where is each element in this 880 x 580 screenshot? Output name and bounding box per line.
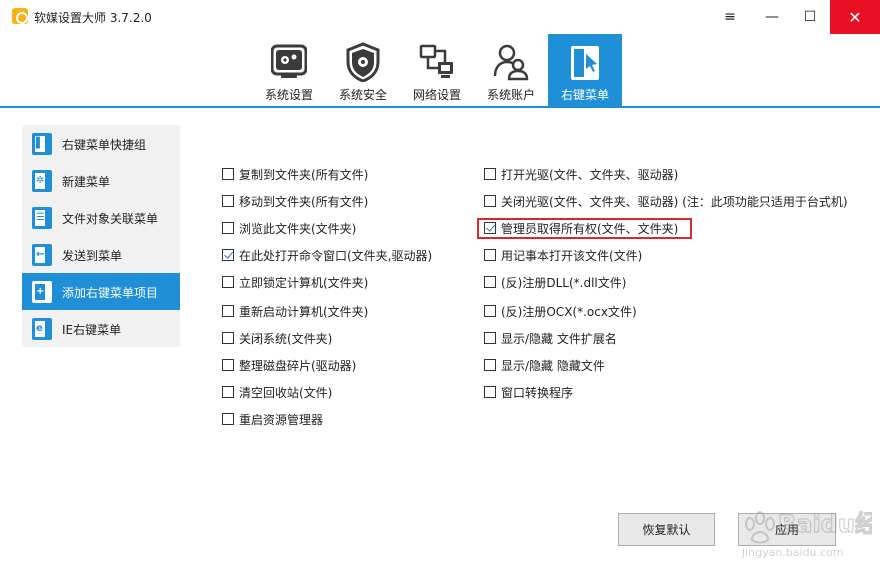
active-indicator-arrow: [173, 285, 180, 297]
option-open-with-notepad[interactable]: 用记事本打开该文件(文件): [484, 246, 642, 264]
arrow-left-icon: ←: [32, 244, 52, 266]
tab-label: 网络设置: [412, 88, 461, 102]
checkbox[interactable]: [484, 195, 496, 207]
highlight-box: [477, 218, 692, 239]
checkbox[interactable]: [484, 276, 496, 288]
option-register-ocx[interactable]: (反)注册OCX(*.ocx文件): [484, 302, 637, 320]
option-browse-folder[interactable]: 浏览此文件夹(文件夹): [222, 219, 356, 237]
checkbox[interactable]: [484, 168, 496, 180]
checkbox[interactable]: [222, 413, 234, 425]
checkbox[interactable]: [484, 332, 496, 344]
option-toggle-file-extensions[interactable]: 显示/隐藏 文件扩展名: [484, 329, 617, 347]
checkbox[interactable]: [222, 359, 234, 371]
option-restart-explorer[interactable]: 重启资源管理器: [222, 410, 323, 428]
tab-label: 右键菜单: [560, 88, 609, 102]
sidebar: ▌ 右键菜单快捷组 ✲ 新建菜单 ☰ 文件对象关联菜单 ← 发送到菜单 + 添加…: [22, 125, 180, 347]
sidebar-item-file-association[interactable]: ☰ 文件对象关联菜单: [22, 199, 180, 236]
tab-label: 系统安全: [338, 88, 387, 102]
sidebar-item-ie-menu[interactable]: e IE右键菜单: [22, 310, 180, 347]
checkbox[interactable]: [222, 249, 234, 261]
shield-icon: [346, 42, 380, 82]
option-window-switcher[interactable]: 窗口转换程序: [484, 383, 573, 401]
menu-group-icon: ▌: [32, 133, 52, 155]
checkbox[interactable]: [484, 359, 496, 371]
checkbox[interactable]: [222, 386, 234, 398]
option-toggle-hidden-files[interactable]: 显示/隐藏 隐藏文件: [484, 356, 605, 374]
system-settings-icon: [271, 44, 307, 78]
baidu-paw-icon: Baidu经验 jingyan.baidu.com: [741, 509, 880, 559]
checkbox[interactable]: [222, 276, 234, 288]
checkbox[interactable]: [222, 168, 234, 180]
plus-icon: +: [32, 281, 52, 303]
watermark-brand: Baidu经验: [778, 510, 872, 538]
tab-right-click-menu[interactable]: 右键菜单: [548, 34, 622, 106]
watermark-url: jingyan.baidu.com: [741, 546, 844, 559]
option-register-dll[interactable]: (反)注册DLL(*.dll文件): [484, 273, 626, 291]
option-copy-to-folder[interactable]: 复制到文件夹(所有文件): [222, 165, 368, 183]
checkbox[interactable]: [222, 332, 234, 344]
sidebar-item-label: 添加右键菜单项目: [62, 286, 159, 300]
option-empty-recycle-bin[interactable]: 清空回收站(文件): [222, 383, 332, 401]
option-defragment[interactable]: 整理磁盘碎片(驱动器): [222, 356, 356, 374]
network-icon: [419, 44, 453, 78]
sidebar-item-label: 发送到菜单: [62, 249, 123, 263]
checkbox[interactable]: [222, 195, 234, 207]
users-icon: [493, 44, 529, 81]
window-title: 软媒设置大师 3.7.2.0: [34, 11, 152, 25]
option-close-cdrom[interactable]: 关闭光驱(文件、文件夹、驱动器) (注：此项功能只适用于台式机): [484, 192, 848, 210]
tab-network-settings[interactable]: 网络设置: [400, 34, 474, 106]
option-open-cdrom[interactable]: 打开光驱(文件、文件夹、驱动器): [484, 165, 678, 183]
title-bar: 软媒设置大师 3.7.2.0 ≡ — ☐ ✕: [0, 0, 880, 34]
tab-system-security[interactable]: 系统安全: [326, 34, 400, 106]
tab-label: 系统账户: [486, 88, 535, 102]
sidebar-item-label: 右键菜单快捷组: [62, 138, 147, 152]
checkbox[interactable]: [484, 249, 496, 261]
tab-label: 系统设置: [264, 88, 313, 102]
close-button[interactable]: ✕: [830, 0, 880, 34]
baidu-watermark: Baidu经验 jingyan.baidu.com: [722, 488, 880, 563]
option-shutdown[interactable]: 关闭系统(文件夹): [222, 329, 332, 347]
main-toolbar: 系统设置 系统安全 网络设置 系统账户 右键菜单: [0, 34, 880, 108]
option-restart-computer[interactable]: 重新启动计算机(文件夹): [222, 302, 368, 320]
menu-icon[interactable]: ≡: [710, 0, 750, 34]
maximize-button[interactable]: ☐: [790, 0, 830, 34]
restore-defaults-button[interactable]: 恢复默认: [618, 513, 715, 546]
checkbox[interactable]: [484, 386, 496, 398]
sidebar-item-new-menu[interactable]: ✲ 新建菜单: [22, 162, 180, 199]
sidebar-item-add-items[interactable]: + 添加右键菜单项目: [22, 273, 180, 310]
new-menu-icon: ✲: [32, 170, 52, 192]
checkbox[interactable]: [222, 222, 234, 234]
option-lock-computer[interactable]: 立即锁定计算机(文件夹): [222, 273, 368, 291]
option-move-to-folder[interactable]: 移动到文件夹(所有文件): [222, 192, 368, 210]
cursor-icon: [571, 46, 599, 80]
option-open-command-window[interactable]: 在此处打开命令窗口(文件夹,驱动器): [222, 246, 432, 264]
list-icon: ☰: [32, 207, 52, 229]
sidebar-item-quick-group[interactable]: ▌ 右键菜单快捷组: [22, 125, 180, 162]
ie-icon: e: [32, 318, 52, 340]
sidebar-item-label: IE右键菜单: [62, 323, 122, 337]
sidebar-item-label: 新建菜单: [62, 175, 111, 189]
tab-system-settings[interactable]: 系统设置: [252, 34, 326, 106]
checkbox[interactable]: [222, 305, 234, 317]
sidebar-item-label: 文件对象关联菜单: [62, 212, 159, 226]
minimize-button[interactable]: —: [752, 0, 792, 34]
sidebar-item-send-to[interactable]: ← 发送到菜单: [22, 236, 180, 273]
tab-system-accounts[interactable]: 系统账户: [474, 34, 548, 106]
checkbox[interactable]: [484, 305, 496, 317]
app-logo-icon: [12, 8, 28, 24]
